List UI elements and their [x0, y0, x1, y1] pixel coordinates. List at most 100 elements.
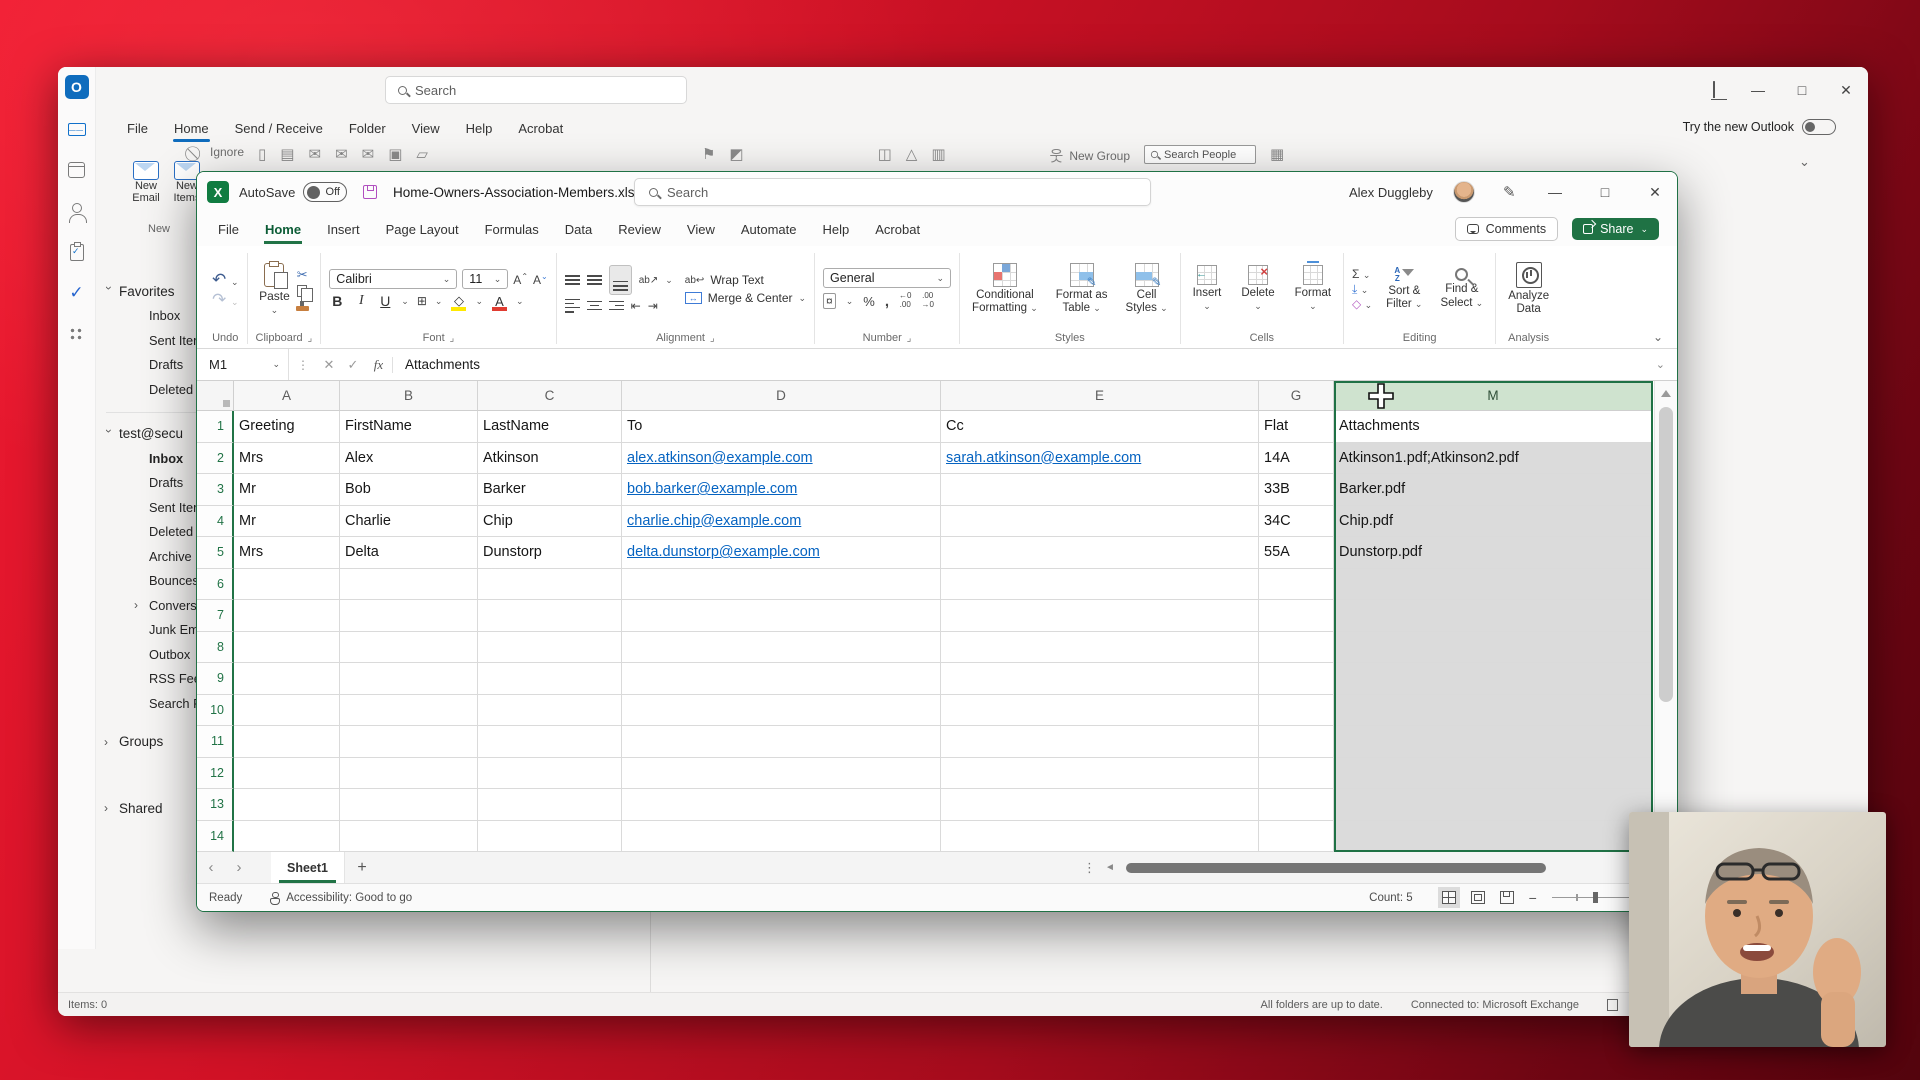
- cell-A6[interactable]: [234, 569, 340, 601]
- search-people-input[interactable]: Search People: [1144, 145, 1256, 164]
- cell-M13[interactable]: [1334, 789, 1653, 821]
- cell-D1[interactable]: To: [622, 411, 941, 443]
- cell-G2[interactable]: 14A: [1259, 443, 1334, 475]
- cell-C9[interactable]: [478, 663, 622, 695]
- cell-A1[interactable]: Greeting: [234, 411, 340, 443]
- cell-D9[interactable]: [622, 663, 941, 695]
- vertical-scrollbar[interactable]: [1654, 381, 1677, 852]
- align-bottom-icon[interactable]: [613, 281, 628, 291]
- cell-B3[interactable]: Bob: [340, 474, 478, 506]
- ribbon-collapse-chevron-icon[interactable]: ⌄: [1653, 330, 1663, 344]
- cell-A3[interactable]: Mr: [234, 474, 340, 506]
- fill-color-icon[interactable]: ◇: [450, 293, 467, 309]
- cell-A8[interactable]: [234, 632, 340, 664]
- cell-M10[interactable]: [1334, 695, 1653, 727]
- cell-A14[interactable]: [234, 821, 340, 853]
- cell-M14[interactable]: [1334, 821, 1653, 853]
- ribbon-collapse-chevron-icon[interactable]: ⌄: [1799, 154, 1810, 170]
- reply-icon[interactable]: ✉: [308, 145, 321, 163]
- cell-styles-button[interactable]: CellStyles ⌄: [1122, 263, 1172, 315]
- address-book-icon[interactable]: ▦: [1270, 145, 1284, 163]
- align-right-icon[interactable]: [609, 301, 624, 311]
- delete-cells-button[interactable]: Delete⌄: [1237, 265, 1278, 313]
- cell-E4[interactable]: [941, 506, 1259, 538]
- column-header-G[interactable]: G: [1259, 381, 1334, 411]
- cell-M8[interactable]: [1334, 632, 1653, 664]
- clear-icon[interactable]: ◇ ⌄: [1352, 298, 1372, 310]
- cell-B11[interactable]: [340, 726, 478, 758]
- paste-button[interactable]: Paste ⌄: [259, 263, 290, 316]
- translate-icon[interactable]: △: [906, 145, 918, 163]
- align-middle-icon[interactable]: [587, 275, 602, 285]
- cell-E7[interactable]: [941, 600, 1259, 632]
- tab-insert[interactable]: Insert: [314, 215, 373, 244]
- vertical-scroll-thumb[interactable]: [1659, 407, 1673, 702]
- page-layout-view-icon[interactable]: [1471, 891, 1485, 904]
- quick-steps-icon[interactable]: ▣: [388, 145, 402, 163]
- cell-M3[interactable]: Barker.pdf: [1334, 474, 1653, 506]
- align-center-icon[interactable]: [587, 301, 602, 311]
- cell-G4[interactable]: 34C: [1259, 506, 1334, 538]
- format-painter-icon[interactable]: [296, 306, 309, 311]
- name-box[interactable]: M1 ⌄: [197, 349, 289, 380]
- cell-B5[interactable]: Delta: [340, 537, 478, 569]
- row-header-12[interactable]: 12: [197, 758, 234, 790]
- tab-home[interactable]: Home: [252, 215, 314, 244]
- cell-E6[interactable]: [941, 569, 1259, 601]
- cell-D3[interactable]: bob.barker@example.com: [622, 474, 941, 506]
- notifications-bell-icon[interactable]: [1692, 82, 1736, 98]
- email-link[interactable]: sarah.atkinson@example.com: [946, 450, 1141, 466]
- cell-G13[interactable]: [1259, 789, 1334, 821]
- column-header-D[interactable]: D: [622, 381, 941, 411]
- cell-G3[interactable]: 33B: [1259, 474, 1334, 506]
- select-all-corner[interactable]: [197, 381, 234, 411]
- next-sheet-icon[interactable]: ›: [225, 859, 253, 876]
- page-break-view-icon[interactable]: [1500, 891, 1514, 904]
- insert-cells-button[interactable]: Insert⌄: [1189, 265, 1226, 313]
- mail-icon[interactable]: [66, 118, 88, 140]
- accessibility-status[interactable]: Accessibility: Good to go: [286, 892, 412, 904]
- cell-B1[interactable]: FirstName: [340, 411, 478, 443]
- accounting-format-icon[interactable]: ¤: [823, 293, 836, 309]
- email-link[interactable]: bob.barker@example.com: [627, 481, 797, 497]
- unread-icon[interactable]: ◫: [878, 145, 892, 163]
- cell-D12[interactable]: [622, 758, 941, 790]
- dialog-launcher-icon[interactable]: ⌟: [308, 333, 313, 344]
- cell-A7[interactable]: [234, 600, 340, 632]
- new-outlook-toggle[interactable]: [1802, 119, 1836, 135]
- pane-divider[interactable]: [650, 912, 651, 992]
- tab-page-layout[interactable]: Page Layout: [373, 215, 472, 244]
- cell-M6[interactable]: [1334, 569, 1653, 601]
- excel-close-button[interactable]: ✕: [1645, 184, 1665, 201]
- archive-icon[interactable]: ▤: [280, 145, 294, 163]
- zoom-slider[interactable]: [1552, 897, 1634, 899]
- cell-D5[interactable]: delta.dunstorp@example.com: [622, 537, 941, 569]
- column-header-B[interactable]: B: [340, 381, 478, 411]
- outlook-menu-home[interactable]: Home: [163, 117, 220, 140]
- cell-E12[interactable]: [941, 758, 1259, 790]
- calendar-icon[interactable]: [66, 159, 88, 181]
- cancel-entry-icon[interactable]: ✕: [317, 357, 341, 373]
- font-size-select[interactable]: 11⌄: [462, 269, 508, 289]
- column-header-A[interactable]: A: [234, 381, 340, 411]
- horizontal-scroll-thumb[interactable]: [1126, 863, 1546, 873]
- number-format-select[interactable]: General⌄: [823, 268, 951, 288]
- cell-M5[interactable]: Dunstorp.pdf: [1334, 537, 1653, 569]
- cut-icon[interactable]: ✂: [297, 268, 308, 281]
- outlook-menu-file[interactable]: File: [116, 117, 159, 140]
- more-apps-icon[interactable]: [66, 323, 88, 345]
- reply-all-icon[interactable]: ✉: [335, 145, 348, 163]
- wrap-text-button[interactable]: ab↩ Wrap Text: [685, 273, 764, 287]
- comma-style-icon[interactable]: ,: [885, 293, 889, 310]
- email-link[interactable]: charlie.chip@example.com: [627, 513, 801, 529]
- cell-C11[interactable]: [478, 726, 622, 758]
- cell-B8[interactable]: [340, 632, 478, 664]
- conditional-formatting-button[interactable]: ConditionalFormatting ⌄: [968, 263, 1042, 315]
- align-left-icon[interactable]: [565, 299, 580, 313]
- outlook-minimize-button[interactable]: —: [1736, 82, 1780, 98]
- cell-D13[interactable]: [622, 789, 941, 821]
- cell-E11[interactable]: [941, 726, 1259, 758]
- cell-E5[interactable]: [941, 537, 1259, 569]
- cell-C13[interactable]: [478, 789, 622, 821]
- increase-decimal-icon[interactable]: ←0.00: [899, 292, 911, 310]
